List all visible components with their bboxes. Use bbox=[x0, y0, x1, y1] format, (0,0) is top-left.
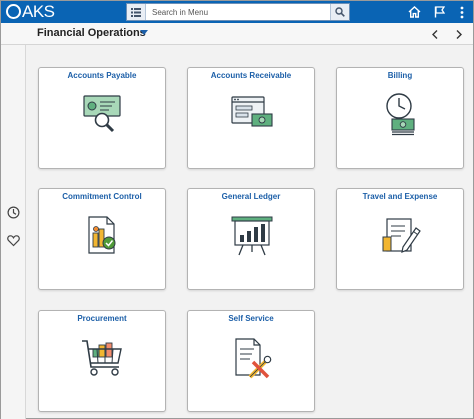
menu-icon bbox=[131, 7, 141, 17]
tile-title: Procurement bbox=[77, 314, 127, 323]
presentation-board-icon bbox=[231, 216, 273, 256]
form-pencil-icon bbox=[382, 218, 421, 253]
search-button[interactable] bbox=[330, 4, 349, 20]
left-side-rail bbox=[1, 45, 26, 419]
tile-title: Travel and Expense bbox=[362, 192, 438, 201]
global-search bbox=[126, 3, 350, 21]
tile-general-ledger[interactable]: General Ledger bbox=[187, 188, 315, 290]
clock-money-icon bbox=[386, 93, 415, 136]
chevron-right-icon bbox=[456, 29, 462, 39]
menu-button[interactable] bbox=[127, 4, 146, 20]
actions-menu-button[interactable] bbox=[454, 4, 470, 20]
tile-title: Accounts Payable bbox=[67, 71, 137, 80]
tile-title: Commitment Control bbox=[62, 192, 142, 201]
tile-title: Accounts Receivable bbox=[210, 71, 292, 80]
flag-icon bbox=[434, 6, 445, 18]
chevron-down-icon[interactable] bbox=[140, 30, 148, 35]
tile-title: Self Service bbox=[228, 314, 274, 323]
tile-accounts-payable[interactable]: Accounts Payable bbox=[38, 67, 166, 169]
more-options-icon bbox=[460, 6, 464, 18]
notifications-button[interactable] bbox=[431, 4, 447, 20]
home-icon bbox=[408, 6, 420, 18]
oaks-logo[interactable]: AKS bbox=[6, 2, 55, 22]
tile-accounts-receivable[interactable]: Accounts Receivable bbox=[187, 67, 315, 169]
logo-text: AKS bbox=[22, 2, 55, 21]
home-button[interactable] bbox=[406, 4, 422, 20]
previous-page-button[interactable] bbox=[429, 28, 441, 40]
favorites-icon[interactable] bbox=[7, 234, 20, 247]
search-icon bbox=[335, 7, 345, 17]
tile-commitment-control[interactable]: Commitment Control bbox=[38, 188, 166, 290]
search-input[interactable] bbox=[146, 4, 330, 20]
tile-travel-and-expense[interactable]: Travel and Expense bbox=[336, 188, 464, 290]
shopping-cart-icon bbox=[82, 340, 122, 376]
browser-money-icon bbox=[231, 96, 273, 127]
page-title[interactable]: Financial Operations bbox=[37, 27, 146, 39]
tile-title: General Ledger bbox=[221, 192, 281, 201]
next-page-button[interactable] bbox=[453, 28, 465, 40]
tile-billing[interactable]: Billing bbox=[336, 67, 464, 169]
check-magnifier-icon bbox=[83, 95, 121, 133]
document-tools-icon bbox=[235, 338, 272, 379]
document-chart-icon bbox=[88, 216, 116, 254]
tile-title: Billing bbox=[387, 71, 413, 80]
logo-ring bbox=[6, 4, 21, 19]
page-header: Financial Operations bbox=[1, 23, 473, 45]
tile-self-service[interactable]: Self Service bbox=[187, 310, 315, 412]
chevron-left-icon bbox=[432, 29, 438, 39]
recent-history-icon[interactable] bbox=[7, 206, 20, 219]
top-banner: AKS bbox=[1, 1, 473, 23]
tile-procurement[interactable]: Procurement bbox=[38, 310, 166, 412]
